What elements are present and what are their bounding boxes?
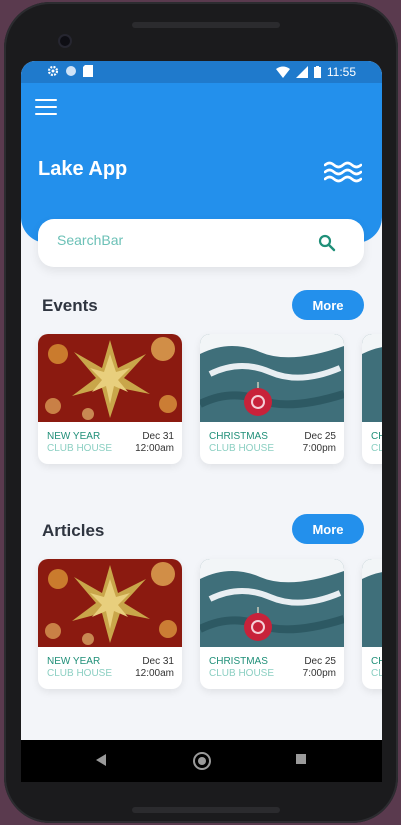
settings-icon (47, 65, 59, 77)
articles-more-button[interactable]: More (292, 514, 364, 544)
bottom-speaker (132, 807, 280, 813)
battery-icon (313, 66, 321, 78)
signal-icon (295, 66, 308, 78)
article-card[interactable]: NEW YEAR CLUB HOUSE Dec 31 12:00am (38, 559, 182, 689)
event-card[interactable]: NEW YEAR CLUB HOUSE Dec 31 12:00am (38, 334, 182, 464)
card-date: Dec 31 (142, 656, 174, 667)
card-subtitle: CLUB HOUSE (47, 668, 113, 679)
card-time: 7:00pm (302, 668, 336, 679)
card-date: Dec 25 (304, 656, 336, 667)
card-title: NEW YEAR (47, 431, 101, 442)
home-icon[interactable] (193, 752, 211, 770)
card-subtitle: CLUB HOUSE (47, 443, 113, 454)
card-subtitle: CLUB HOUSE (209, 668, 275, 679)
article-card[interactable]: CH CL (362, 559, 382, 689)
status-time: 11:55 (326, 65, 356, 79)
card-date: Dec 31 (142, 431, 174, 442)
new-year-star-image (38, 334, 182, 422)
christmas-ornament-image (362, 334, 382, 422)
navigation-bar (21, 740, 382, 782)
sync-icon (66, 66, 76, 76)
card-time: 12:00am (135, 443, 174, 454)
articles-section-title: Articles (39, 521, 105, 541)
card-subtitle: CL (371, 668, 382, 679)
new-year-star-image (38, 559, 182, 647)
search-input[interactable] (55, 231, 299, 249)
events-title-text: Events (42, 296, 98, 315)
card-title: CHRISTMAS (209, 656, 268, 667)
card-date: Dec 25 (304, 431, 336, 442)
events-section-title: Events (39, 296, 98, 316)
card-title: CH (371, 656, 382, 667)
card-title: NEW YEAR (47, 656, 101, 667)
christmas-ornament-image (200, 334, 344, 422)
events-more-button[interactable]: More (292, 290, 364, 320)
front-camera (60, 36, 70, 46)
app-title: Lake App (38, 158, 128, 180)
menu-icon[interactable] (35, 99, 57, 117)
app-screen: 11:55 Lake App Events More (21, 61, 382, 782)
christmas-ornament-image (200, 559, 344, 647)
status-bar: 11:55 (21, 61, 382, 83)
card-time: 7:00pm (302, 443, 336, 454)
recent-apps-icon[interactable] (296, 754, 306, 764)
card-time: 12:00am (135, 668, 174, 679)
articles-title-text: Articles (42, 521, 105, 540)
christmas-ornament-image (362, 559, 382, 647)
earpiece-speaker (132, 22, 280, 28)
card-subtitle: CLUB HOUSE (209, 443, 275, 454)
card-title: CH (371, 431, 382, 442)
card-title: CHRISTMAS (209, 431, 268, 442)
event-card[interactable]: CH CL (362, 334, 382, 464)
waves-icon (324, 161, 362, 183)
event-card[interactable]: CHRISTMAS CLUB HOUSE Dec 25 7:00pm (200, 334, 344, 464)
search-bar (38, 219, 364, 267)
article-card[interactable]: CHRISTMAS CLUB HOUSE Dec 25 7:00pm (200, 559, 344, 689)
back-icon[interactable] (96, 754, 106, 766)
card-subtitle: CL (371, 443, 382, 454)
search-icon[interactable] (318, 234, 336, 252)
sd-card-icon (83, 65, 93, 77)
wifi-icon (275, 66, 290, 78)
